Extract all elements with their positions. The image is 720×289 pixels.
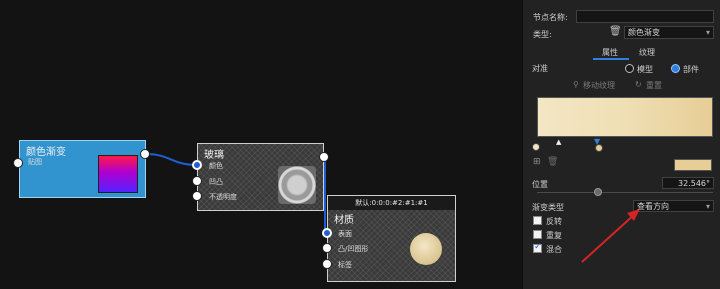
glass-input-opacity-label: 不透明度: [209, 193, 237, 201]
gradient-node[interactable]: 颜色渐变 贴图: [19, 140, 146, 198]
material-label-socket[interactable]: [322, 259, 332, 269]
gradient-type-value: 查看方向: [637, 202, 669, 211]
repeat-checkbox[interactable]: [533, 230, 542, 239]
gradient-color-bar[interactable]: [537, 97, 713, 137]
glass-output-socket[interactable]: [319, 152, 329, 162]
trash-icon[interactable]: 🗑: [609, 26, 622, 37]
node-graph-canvas[interactable]: 颜色渐变 贴图 玻璃 颜色 凹凸 不透明度 默认:0:0:0:#2:#1:#1 …: [0, 0, 522, 289]
tab-properties[interactable]: 属性: [602, 47, 618, 58]
chevron-down-icon: ▾: [705, 202, 710, 211]
repeat-label: 重复: [546, 231, 562, 240]
blend-label: 混合: [546, 245, 562, 254]
material-bump-socket[interactable]: [322, 243, 332, 253]
tab-texture[interactable]: 纹理: [639, 47, 655, 58]
type-label: 类型:: [533, 30, 552, 39]
node-name-input[interactable]: [576, 10, 714, 23]
gradient-midpoint-marker[interactable]: ▲: [556, 138, 561, 146]
gradient-stop-handle[interactable]: [595, 144, 603, 152]
gradient-preview-swatch: [98, 155, 138, 193]
gradient-stop-handle[interactable]: [532, 143, 540, 151]
chevron-down-icon: ▾: [705, 28, 710, 37]
material-surface-socket[interactable]: [322, 228, 332, 238]
gradient-output-socket[interactable]: [140, 149, 150, 159]
delete-stop-icon[interactable]: 🗑: [547, 157, 558, 167]
type-dropdown-value: 颜色渐变: [628, 28, 660, 37]
stop-color-swatch[interactable]: [674, 159, 712, 171]
gradient-type-label: 渐变类型: [532, 203, 564, 212]
move-texture-icon: ⚲: [573, 80, 579, 89]
material-input-label-label: 标签: [338, 261, 352, 269]
gradient-type-dropdown[interactable]: 查看方向 ▾: [633, 200, 714, 212]
glass-input-color-label: 颜色: [209, 162, 223, 170]
gradient-node-title: 颜色渐变: [26, 147, 66, 158]
align-label: 对准: [532, 64, 548, 73]
glass-opacity-socket[interactable]: [192, 191, 202, 201]
align-model-radio[interactable]: [625, 64, 634, 73]
wire-gradient-to-glass: [145, 153, 198, 166]
position-input[interactable]: 32.546°: [662, 177, 714, 189]
type-dropdown[interactable]: 颜色渐变 ▾: [624, 26, 714, 39]
node-name-label: 节点名称:: [533, 13, 568, 22]
reset-button[interactable]: 重置: [646, 80, 662, 91]
reverse-label: 反转: [546, 217, 562, 226]
material-input-surface-label: 表面: [338, 230, 352, 238]
align-part-label: 部件: [683, 65, 699, 74]
material-node-title: 材质: [334, 215, 354, 226]
glass-preview-thumbnail: [278, 166, 316, 204]
glass-input-bump-label: 凹凸: [209, 178, 223, 186]
gradient-output-label: 贴图: [28, 158, 42, 166]
material-input-bump-label: 凸/凹图形: [338, 245, 369, 253]
properties-panel: 节点名称: 类型: 🗑 颜色渐变 ▾ 属性 纹理 对准 模型 部件 ⚲ 移动纹理…: [522, 0, 720, 289]
position-slider-thumb[interactable]: [594, 188, 602, 196]
blend-checkbox[interactable]: [533, 242, 542, 253]
tab-properties-underline: [593, 58, 629, 60]
align-model-label: 模型: [637, 65, 653, 74]
glass-node-title: 玻璃: [204, 150, 224, 161]
material-preview-ball: [410, 233, 442, 265]
move-texture-button[interactable]: 移动纹理: [583, 80, 615, 91]
gradient-input-socket[interactable]: [13, 158, 23, 168]
add-stop-icon[interactable]: ⊞: [533, 157, 541, 167]
glass-color-socket[interactable]: [192, 160, 202, 170]
material-node[interactable]: 默认:0:0:0:#2:#1:#1 材质 表面 凸/凹图形 标签: [327, 195, 456, 282]
material-node-header: 默认:0:0:0:#2:#1:#1: [328, 196, 455, 210]
glass-bump-socket[interactable]: [192, 176, 202, 186]
position-label: 位置: [532, 180, 548, 189]
align-part-radio[interactable]: [671, 64, 680, 73]
glass-node[interactable]: 玻璃 颜色 凹凸 不透明度: [197, 143, 324, 211]
reset-icon: ↻: [635, 80, 642, 89]
position-slider-track[interactable]: [537, 192, 713, 193]
reverse-checkbox[interactable]: [533, 216, 542, 225]
